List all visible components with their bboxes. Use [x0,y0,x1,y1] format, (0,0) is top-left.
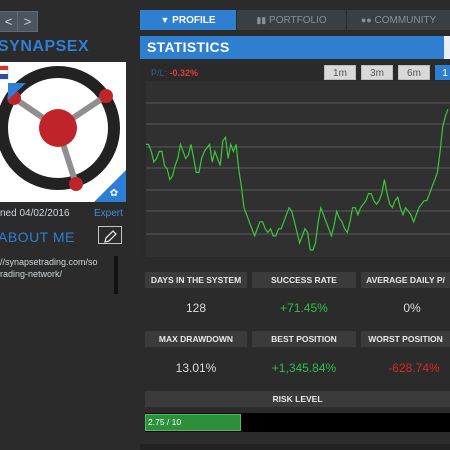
tab-label: PORTFOLIO [269,15,327,26]
stat-label-success-rate: SUCCESS RATE [252,272,356,288]
pnl-readout: P/L: -0.32% [151,68,198,78]
tab-bar: ▼ PROFILE ▮▮ PORTFOLIO ●● COMMUNITY [140,10,450,30]
users-icon: ●● [360,15,372,25]
range-button-3m[interactable]: 3m [361,65,393,80]
pnl-label: P/L: [151,68,168,78]
tie-icon: ▼ [160,15,170,25]
stat-label-days: DAYS IN THE SYSTEM [145,272,247,288]
tab-label: PROFILE [172,15,216,26]
stat-value-success-rate: +71.45% [280,301,328,315]
bio-text: //synapsetrading.com/so rading-network/ [0,256,118,280]
bottom-strip [140,444,450,450]
joined-date: ned 04/02/2016 [0,208,70,219]
edit-button[interactable] [98,226,122,244]
stat-value-best-position: +1,345.84% [271,361,337,375]
bar-chart-icon: ▮▮ [256,15,267,25]
risk-level-fill: 2.75 / 10 [145,414,241,431]
bio-scrollbar[interactable] [114,256,118,294]
statistics-title: STATISTICS [147,39,230,55]
stat-value-worst-position: -628.74% [388,361,440,375]
stat-label-worst-position: WORST POSITION [361,331,450,347]
risk-level-bar: 2.75 / 10 [145,413,450,432]
svg-text:✿: ✿ [110,188,118,199]
pnl-value: -0.32% [169,68,199,78]
pencil-icon [104,230,117,243]
bio-line: //synapsetrading.com/so [0,257,98,267]
range-label: 3m [370,68,384,79]
tab-community[interactable]: ●● COMMUNITY [346,10,450,30]
tab-label: COMMUNITY [374,15,437,26]
username: SYNAPSEX [0,38,90,55]
chart-panel: P/L: -0.32% 1m 3m 6m 1 [140,63,450,259]
stat-label-max-drawdown: MAX DRAWDOWN [145,331,247,347]
avatar: ✿ [0,62,126,202]
range-label: 1m [333,68,347,79]
range-label: 6m [407,68,421,79]
header-toggle[interactable] [444,36,450,59]
bio-line: rading-network/ [0,269,63,279]
chevron-right-icon: > [23,14,32,29]
range-label: 1 [442,68,448,79]
tab-profile[interactable]: ▼ PROFILE [140,10,236,30]
range-button-1m[interactable]: 1m [324,65,356,80]
chevron-left-icon: < [4,14,13,29]
risk-level-label: RISK LEVEL [145,391,450,407]
stat-value-max-drawdown: 13.01% [175,361,217,375]
stat-label-avg-daily: AVERAGE DAILY P/ [361,272,450,288]
about-me-heading: ABOUT ME [0,229,75,245]
forward-button[interactable]: > [17,11,38,32]
series-line [146,108,449,251]
stat-label-best-position: BEST POSITION [252,331,356,347]
range-button-1y[interactable]: 1 [435,65,450,80]
line-chart [146,81,450,257]
stat-value-avg-daily: 0% [403,301,421,315]
statistics-header: STATISTICS [140,36,450,59]
expert-badge: Expert [94,208,123,219]
tab-portfolio[interactable]: ▮▮ PORTFOLIO [236,10,346,30]
range-button-6m[interactable]: 6m [398,65,430,80]
stat-value-days: 128 [185,301,207,315]
